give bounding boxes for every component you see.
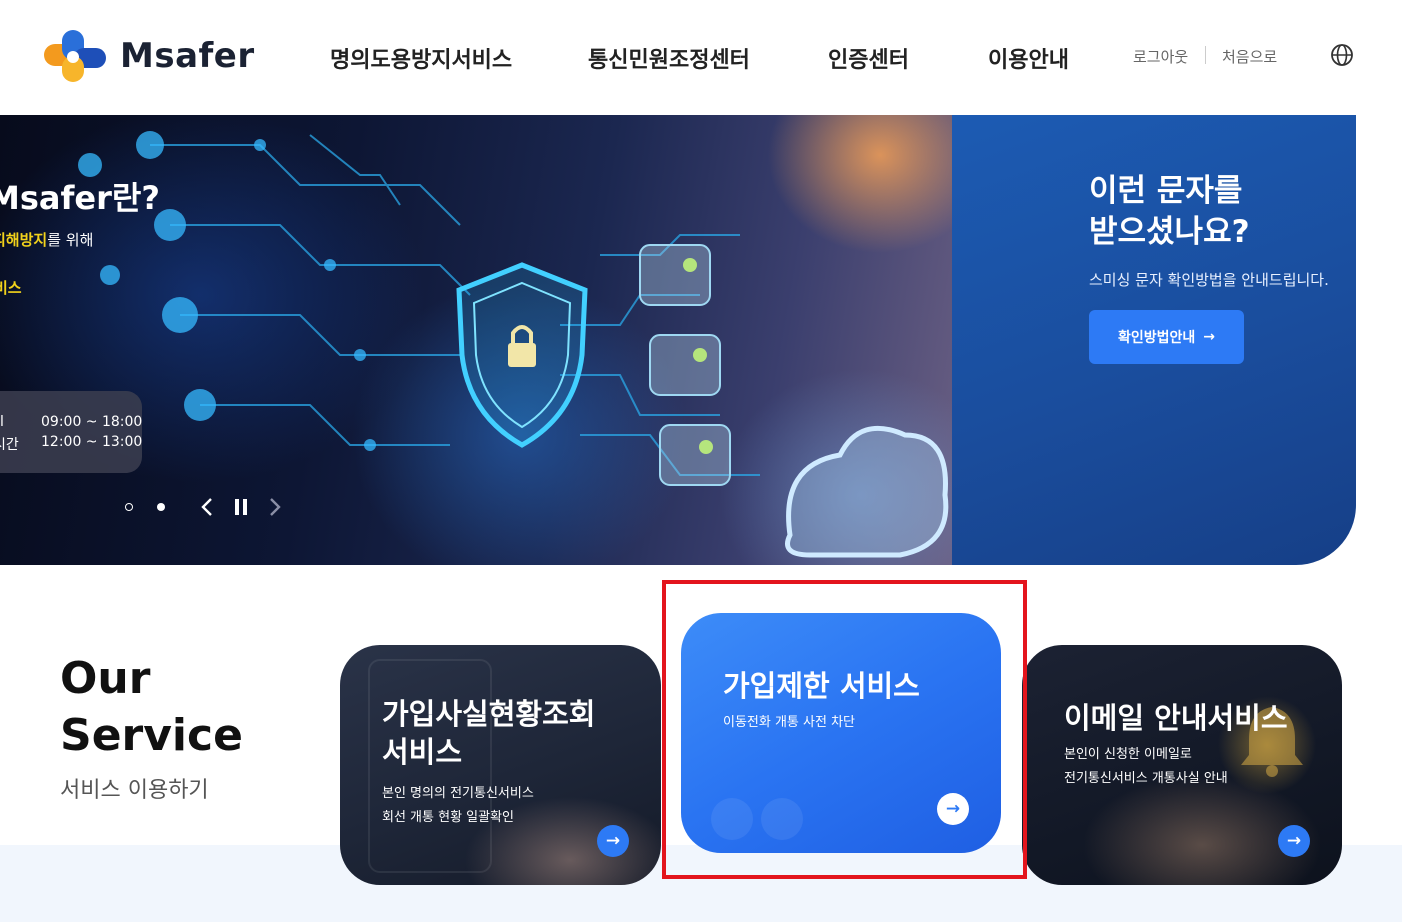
hero-slide-subtitle: 피해방지를 위해 (0, 231, 94, 249)
hours-label-2: 시간 (0, 437, 19, 453)
globe-icon[interactable] (1330, 43, 1354, 67)
arrow-right-icon[interactable]: → (1278, 825, 1310, 857)
section-title: Our Service (60, 653, 243, 761)
logout-link[interactable]: 로그아웃 (1133, 46, 1188, 67)
msafer-logo-icon (44, 30, 110, 82)
card-description: 이동전화 개통 사전 차단 (723, 715, 855, 730)
card-title: 가입사실현황조회 서비스 (382, 697, 596, 769)
slide-indicator-2[interactable] (157, 503, 165, 511)
hero-slide-title: Msafer란? (0, 179, 160, 217)
nav-item-usage-guide[interactable]: 이용안내 (988, 42, 1069, 74)
site-header: Msafer 명의도용방지서비스 통신민원조정센터 인증센터 이용안내 로그아웃… (0, 0, 1402, 115)
operating-hours-box: l 09:00 ~ 18:00 시간 12:00 ~ 13:00 (0, 391, 142, 473)
chevron-left-icon[interactable] (200, 497, 214, 517)
arrow-right-icon[interactable]: → (597, 825, 629, 857)
msafer-logo[interactable]: Msafer (44, 30, 255, 82)
service-card-subscription-inquiry[interactable]: 가입사실현황조회 서비스 본인 명의의 전기통신서비스 회선 개통 현황 일괄확… (340, 645, 661, 885)
check-method-button[interactable]: 확인방법안내 → (1089, 310, 1244, 364)
card-decoration (761, 798, 803, 840)
arrow-right-icon: → (1203, 329, 1215, 345)
panel-subtitle: 스미싱 문자 확인방법을 안내드립니다. (1089, 271, 1329, 289)
arrow-right-icon[interactable]: → (937, 793, 969, 825)
slide-indicator-1[interactable] (125, 503, 133, 511)
hours-value-1: 09:00 ~ 18:00 (41, 414, 143, 430)
nav-item-certification-center[interactable]: 인증센터 (828, 42, 909, 74)
smishing-info-panel: 이런 문자를 받으셨나요? 스미싱 문자 확인방법을 안내드립니다. 확인방법안… (952, 115, 1356, 565)
service-card-subscription-restriction[interactable]: 가입제한 서비스 이동전화 개통 사전 차단 → (681, 613, 1001, 853)
card-title: 이메일 안내서비스 (1064, 701, 1288, 735)
card-decoration (711, 798, 753, 840)
card-title: 가입제한 서비스 (723, 669, 920, 703)
section-subtitle: 서비스 이용하기 (60, 778, 209, 803)
card-description: 본인 명의의 전기통신서비스 회선 개통 현황 일괄확인 (382, 786, 534, 825)
hero-slide-image: Msafer란? 피해방지를 위해 비스 l 09:00 ~ 18:00 시간 … (0, 115, 952, 565)
hours-value-2: 12:00 ~ 13:00 (41, 434, 143, 450)
nav-item-identity-theft-prevention[interactable]: 명의도용방지서비스 (330, 42, 512, 74)
panel-title: 이런 문자를 받으셨나요? (1089, 173, 1250, 250)
nav-item-telecom-mediation[interactable]: 통신민원조정센터 (588, 42, 750, 74)
logo-text: Msafer (120, 36, 255, 76)
util-divider (1205, 46, 1206, 64)
hero-banner: Msafer란? 피해방지를 위해 비스 l 09:00 ~ 18:00 시간 … (0, 115, 1356, 565)
service-card-email-notification[interactable]: 이메일 안내서비스 본인이 신청한 이메일로 전기통신서비스 개통사실 안내 → (1022, 645, 1342, 885)
chevron-right-icon[interactable] (268, 497, 282, 517)
hours-label-1: l (0, 414, 4, 430)
pause-icon[interactable] (234, 498, 248, 516)
home-link[interactable]: 처음으로 (1222, 46, 1277, 67)
card-description: 본인이 신청한 이메일로 전기통신서비스 개통사실 안내 (1064, 747, 1228, 786)
hero-slide-subtitle-2: 비스 (0, 279, 22, 297)
